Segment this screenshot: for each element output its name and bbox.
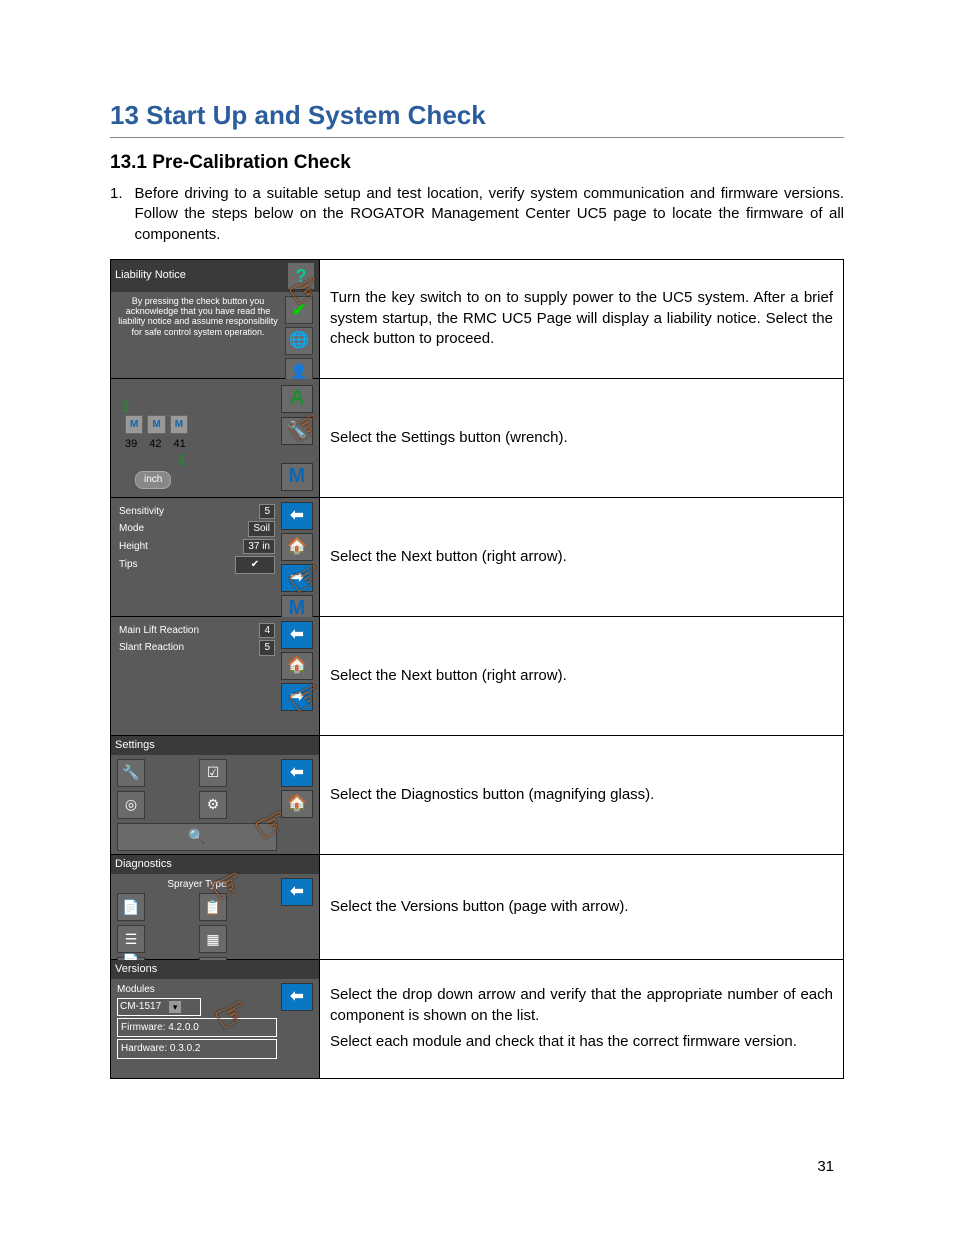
chip-icon[interactable]: ▦ (199, 925, 227, 953)
liability-title: Liability Notice (115, 268, 186, 283)
field-value[interactable]: 5 (259, 640, 275, 656)
table-row: Sensitivity5 ModeSoil Height37 in Tips✔ … (111, 497, 844, 616)
sensor-value: 39 (125, 437, 137, 452)
field-label: Mode (119, 522, 144, 536)
firmware-value: Firmware: 4.2.0.0 (117, 1018, 277, 1038)
module-dropdown[interactable]: CM-1517 ▾ (117, 998, 201, 1016)
down-arrow-icon: ⇩ (175, 451, 188, 473)
home-icon[interactable]: 🏠 (281, 533, 313, 561)
back-arrow-icon[interactable]: ⬅ (281, 878, 313, 906)
step-instruction: Select the Diagnostics button (magnifyin… (320, 735, 844, 854)
hardware-value: Hardware: 0.3.0.2 (117, 1039, 277, 1059)
back-arrow-icon[interactable]: ⬅ (281, 759, 313, 787)
help-icon[interactable]: ? (287, 262, 315, 290)
table-row: Settings 🔧 ☑ ◎ ⚙ 🔍 ⬅ 🏠 (111, 735, 844, 854)
wrench-icon[interactable]: 🔧 (117, 759, 145, 787)
field-value[interactable]: 5 (259, 504, 275, 520)
table-row: Diagnostics Sprayer Type 📄 📋 ☰ ▦ 📄↗ (111, 854, 844, 959)
liability-body: By pressing the check button you acknowl… (117, 296, 279, 386)
field-label: Main Lift Reaction (119, 624, 199, 638)
table-row: Liability Notice ? By pressing the check… (111, 259, 844, 378)
check-icon[interactable]: ✔ (285, 296, 313, 324)
m-icon[interactable]: M (281, 463, 313, 491)
page-number: 31 (817, 1158, 834, 1175)
table-row: Main Lift Reaction4 Slant Reaction5 ⬅ 🏠 … (111, 616, 844, 735)
gear-icon[interactable]: ⚙ (199, 791, 227, 819)
home-icon[interactable]: 🏠 (281, 790, 313, 818)
doc-icon[interactable]: 📄 (117, 893, 145, 921)
field-label: Slant Reaction (119, 641, 184, 655)
steps-table: Liability Notice ? By pressing the check… (110, 259, 844, 1079)
m-marker: M (170, 415, 188, 435)
table-row: A 🔧 ⇧ M M M 39 42 (111, 378, 844, 497)
list-icon[interactable]: 📋 (199, 893, 227, 921)
step-instruction: Select the Versions button (page with ar… (320, 854, 844, 959)
back-arrow-icon[interactable]: ⬅ (281, 502, 313, 530)
field-label: Sensitivity (119, 505, 164, 519)
back-arrow-icon[interactable]: ⬅ (281, 983, 313, 1011)
target-icon[interactable]: ◎ (117, 791, 145, 819)
sprayer-type-label: Sprayer Type (117, 878, 277, 892)
sensor-value: 42 (149, 437, 161, 452)
field-label: Height (119, 540, 148, 554)
stack-icon[interactable]: ☰ (117, 925, 145, 953)
modules-label: Modules (117, 983, 277, 997)
step-instruction: Turn the key switch to on to supply powe… (320, 259, 844, 378)
field-label: Tips (119, 558, 138, 572)
chevron-down-icon[interactable]: ▾ (169, 1001, 181, 1013)
step-instruction: Select the Next button (right arrow). (320, 497, 844, 616)
settings-title: Settings (115, 738, 155, 753)
magnifier-icon[interactable]: 🔍 (117, 823, 277, 851)
list-number: 1. (110, 184, 123, 245)
step-instruction: Select the drop down arrow and verify th… (320, 959, 844, 1078)
next-arrow-icon[interactable]: ➡ (281, 564, 313, 592)
table-row: Versions Modules CM-1517 ▾ Firmware: 4.2… (111, 959, 844, 1078)
globe-icon[interactable]: 🌐 (285, 327, 313, 355)
step-instruction: Select the Next button (right arrow). (320, 616, 844, 735)
next-arrow-icon[interactable]: ➡ (281, 683, 313, 711)
wrench-icon[interactable]: 🔧 (281, 417, 313, 445)
check-icon[interactable]: ✔ (235, 556, 275, 574)
back-arrow-icon[interactable]: ⬅ (281, 621, 313, 649)
field-value[interactable]: Soil (248, 521, 275, 537)
field-value[interactable]: 4 (259, 623, 275, 639)
m-marker: M (125, 415, 143, 435)
versions-title: Versions (115, 962, 157, 977)
intro-text: Before driving to a suitable setup and t… (135, 184, 844, 245)
field-value[interactable]: 37 in (243, 539, 275, 555)
home-icon[interactable]: 🏠 (281, 652, 313, 680)
auto-icon[interactable]: A (281, 385, 313, 413)
sensor-value: 41 (174, 437, 186, 452)
diagnostics-title: Diagnostics (115, 857, 172, 872)
intro-paragraph: 1. Before driving to a suitable setup an… (110, 184, 844, 245)
step-instruction: Select the Settings button (wrench). (320, 378, 844, 497)
section-heading: 13 Start Up and System Check (110, 100, 844, 138)
sub-heading: 13.1 Pre-Calibration Check (110, 152, 844, 174)
unit-chip[interactable]: inch (135, 471, 171, 489)
m-marker: M (147, 415, 165, 435)
checklist-icon[interactable]: ☑ (199, 759, 227, 787)
